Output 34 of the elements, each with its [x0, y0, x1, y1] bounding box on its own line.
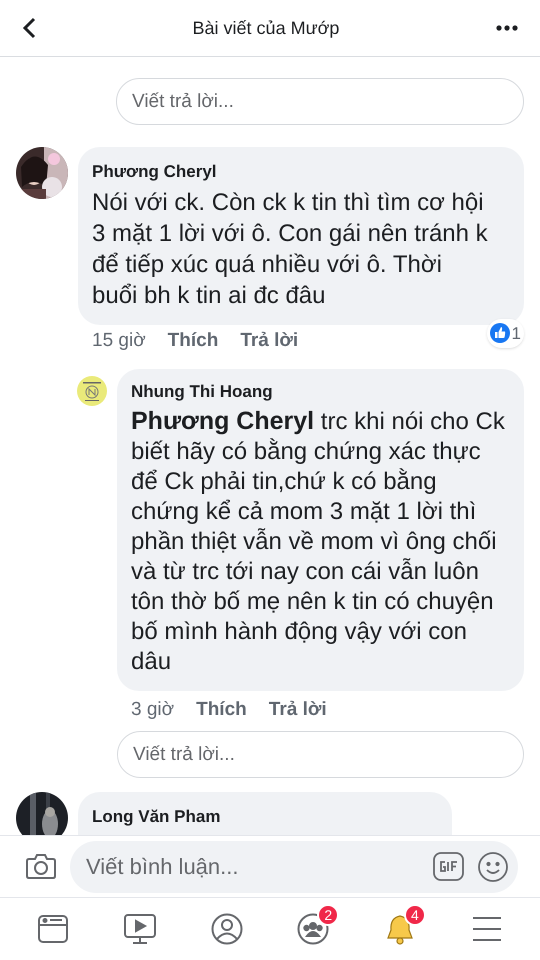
like-link[interactable]: Thích [196, 696, 247, 724]
notification-badge: 2 [317, 904, 340, 926]
comment-time: 15 giờ [92, 329, 146, 354]
reply-field[interactable]: Viết trả lời... [117, 731, 524, 778]
page-title: Bài viết của Mướp [192, 16, 340, 40]
reply-link[interactable]: Trả lời [268, 696, 327, 724]
tab-button[interactable]: 4 [370, 904, 430, 954]
reply-author: Nhung Thi Hoang [131, 380, 274, 403]
video-icon [122, 913, 157, 945]
menu-icon [472, 916, 502, 942]
more-button[interactable] [496, 25, 518, 31]
camera-icon [26, 853, 56, 880]
notification-badge: 4 [404, 904, 426, 926]
comment-time: 3 giờ [131, 698, 174, 722]
comment-box[interactable]: Viết bình luận... [70, 840, 518, 892]
reply-text: Phương Cheryl trc khi nói cho Ck biết hãy có bằng chứng xác thực để Ck phải tin,chứ k có bằng chứng kể cả mom 3 mặt 1 lời thì phần thiệt vẫn về mom vì ông chối và từ trc tới nay con cái vẫn luôn tôn thờ bố mẹ nên k tin có chuyện bố mình hành động vậy với con dâu [131, 406, 506, 677]
comment-text: Nói với ck. Còn ck k tin thì tìm cơ hội 3 mặt 1 lời với ô. Con gái nên tránh k để tiếp xúc quá nhiều với ô. Thời buổi bh k tin ai đc đâu [92, 188, 488, 310]
back-button[interactable] [22, 17, 36, 39]
like-reaction-icon [490, 323, 510, 344]
reply-field[interactable]: Viết trả lời... [116, 78, 524, 125]
avatar-logo-icon [76, 374, 108, 406]
like-link[interactable]: Thích [168, 327, 218, 356]
emoji-icon[interactable] [478, 852, 508, 882]
back-icon [22, 17, 36, 39]
comment-author: Phương Cheryl [92, 161, 218, 183]
profile-icon [210, 913, 243, 945]
camera-button[interactable] [26, 853, 56, 880]
gif-icon[interactable] [433, 852, 464, 881]
tab-button[interactable]: 2 [283, 904, 344, 954]
reply-link[interactable]: Trả lời [240, 327, 298, 356]
comment-author: Long Văn Pham [92, 806, 222, 828]
more-icon [496, 25, 518, 31]
news-feed-icon [37, 913, 70, 945]
reaction-count: 1 [486, 318, 524, 348]
